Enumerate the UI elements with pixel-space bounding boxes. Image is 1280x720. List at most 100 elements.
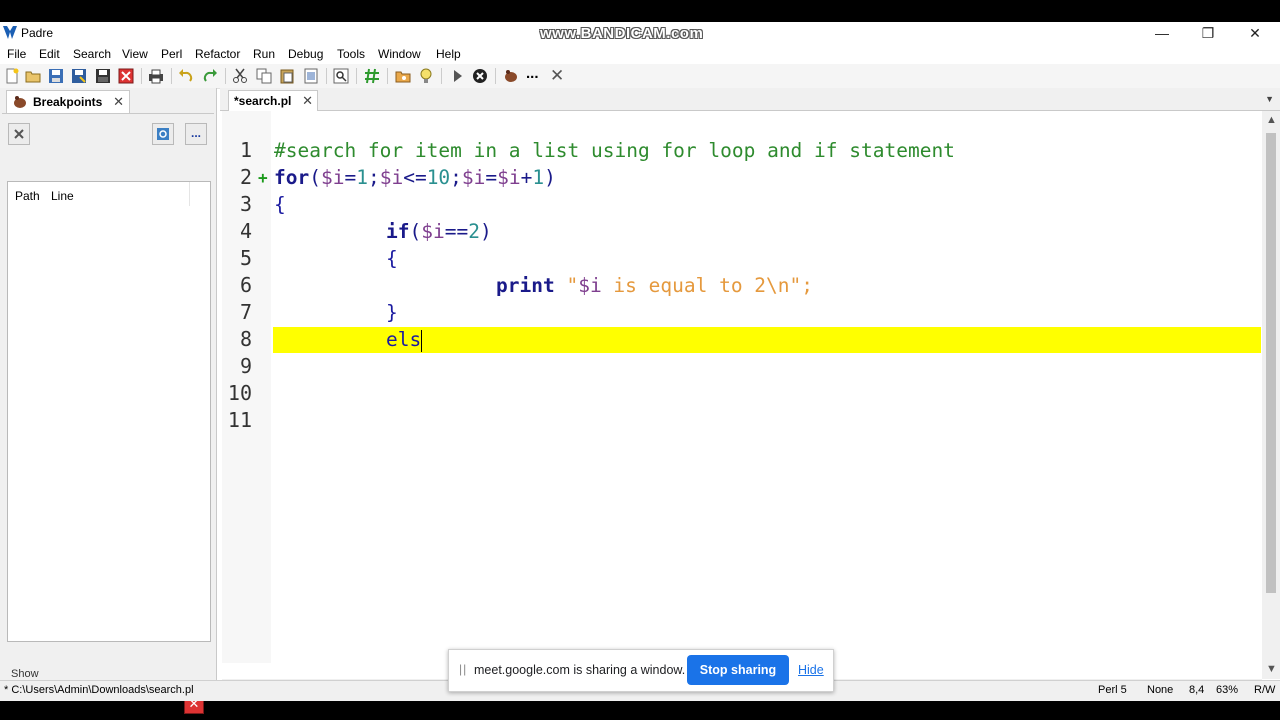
close-icon[interactable]: ✕ [113,94,124,110]
stop-icon[interactable] [472,68,488,84]
vertical-scrollbar[interactable]: ▲ ▼ [1262,111,1280,679]
open-file-icon[interactable] [25,68,41,84]
hide-link[interactable]: Hide [798,663,824,677]
menu-perl[interactable]: Perl [161,47,182,61]
code-token: for [274,166,310,189]
code-line-3: { [274,193,286,216]
toolbar-separator [171,68,172,84]
line-number: 7 [239,300,252,324]
save-as-icon[interactable] [71,68,87,84]
save-all-icon[interactable] [95,68,111,84]
select-all-icon[interactable] [303,68,319,84]
more-icon[interactable]: ... [526,66,542,84]
menu-help[interactable]: Help [436,47,461,61]
code-token: ; [367,166,380,189]
menu-window[interactable]: Window [378,47,421,61]
tab-breakpoints-label: Breakpoints [33,95,103,109]
toolbar-separator [441,68,442,84]
menu-tools[interactable]: Tools [337,47,365,61]
save-icon[interactable] [48,68,64,84]
menu-run[interactable]: Run [253,47,275,61]
toolbar-separator [326,68,327,84]
code-token: $i [379,166,404,189]
title-bar: Padre www.BANDICAM.com — ❐ ✕ [0,22,1280,44]
code-editor[interactable]: 1 2 3 4 5 6 7 8 9 10 11 + #search for it… [222,111,1262,663]
tab-search-pl[interactable]: *search.pl ✕ [228,90,318,111]
scroll-down-icon[interactable]: ▼ [1266,663,1277,675]
line-number: 6 [239,273,252,297]
show-label: Show [11,668,39,680]
tab-breakpoints[interactable]: Breakpoints ✕ [6,90,130,113]
open-folder-icon[interactable] [395,68,411,84]
drag-handle-icon[interactable]: || [459,662,467,676]
new-file-icon[interactable] [4,68,20,84]
toolbar-separator [356,68,357,84]
breakpoints-panel: Breakpoints ✕ ... Path Line Show project… [0,88,217,714]
close-toolbar-icon[interactable]: ✕ [550,67,566,84]
padre-logo-icon [3,26,17,39]
close-file-icon[interactable] [118,68,134,84]
paste-icon[interactable] [279,68,295,84]
debugger-icon[interactable] [503,68,519,84]
code-token: $i [461,166,486,189]
breakpoint-list[interactable]: Path Line [7,181,211,642]
fold-marker-icon[interactable]: + [258,164,268,191]
tab-search-pl-label: *search.pl [234,94,292,108]
delete-breakpoint-button[interactable] [8,123,30,145]
code-token: $i [421,220,445,243]
code-line-6: print "$i is equal to 2\n"; [496,272,813,299]
toolbar-separator [225,68,226,84]
close-icon[interactable]: ✕ [302,93,313,109]
code-token: ; [450,166,462,189]
code-token: == [444,220,469,243]
help-icon[interactable] [418,68,434,84]
delete-icon [14,129,24,139]
print-icon[interactable] [148,68,164,84]
redo-icon[interactable] [202,68,218,84]
menu-file[interactable]: File [7,47,26,61]
column-header-path[interactable]: Path [15,189,40,203]
refresh-button[interactable] [152,123,174,145]
code-token: 10 [426,166,451,189]
line-number: 8 [239,327,252,351]
find-icon[interactable] [333,68,349,84]
line-number: 3 [239,192,252,216]
line-number: 4 [239,219,252,243]
editor-tab-bar: *search.pl ✕ ▼ [220,88,1280,111]
scrollbar-thumb[interactable] [1266,133,1276,593]
tab-list-dropdown-icon[interactable]: ▼ [1265,94,1274,104]
bandicam-watermark: www.BANDICAM.com [540,25,704,42]
scroll-up-icon[interactable]: ▲ [1266,114,1277,126]
code-token: is equal to 2\n [601,274,790,297]
code-line-8: els [386,326,423,353]
status-file-path: * C:\Users\Admin\Downloads\search.pl [4,684,194,696]
menu-debug[interactable]: Debug [288,47,323,61]
breakpoints-body: ... Path Line Show project ✕ [2,113,214,714]
menu-edit[interactable]: Edit [39,47,60,61]
run-icon[interactable] [449,68,465,84]
comment-toggle-icon[interactable] [364,68,380,84]
code-line-2: for($i=1;$i<=10;$i=$i+1) [274,164,556,191]
line-number: 5 [239,246,252,270]
code-token: ( [309,166,321,189]
close-window-button[interactable]: ✕ [1232,22,1278,44]
menu-search[interactable]: Search [73,47,111,61]
undo-icon[interactable] [178,68,194,84]
menu-view[interactable]: View [122,47,148,61]
code-token: <= [403,166,427,189]
menu-refactor[interactable]: Refactor [195,47,240,61]
restore-button[interactable]: ❐ [1185,22,1231,44]
line-number: 11 [227,408,252,432]
code-token: ( [409,220,422,243]
more-options-button[interactable]: ... [185,123,207,145]
cut-icon[interactable] [232,68,248,84]
copy-icon[interactable] [256,68,272,84]
stop-sharing-button[interactable]: Stop sharing [687,655,789,685]
screen-share-bar: || meet.google.com is sharing a window. … [448,649,834,692]
minimize-button[interactable]: — [1139,22,1185,44]
column-header-line[interactable]: Line [51,189,74,203]
code-token: if [386,220,410,243]
line-number: 2 [239,165,252,189]
code-token: = [485,166,498,189]
menu-bar: File Edit Search View Perl Refactor Run … [0,44,1280,64]
